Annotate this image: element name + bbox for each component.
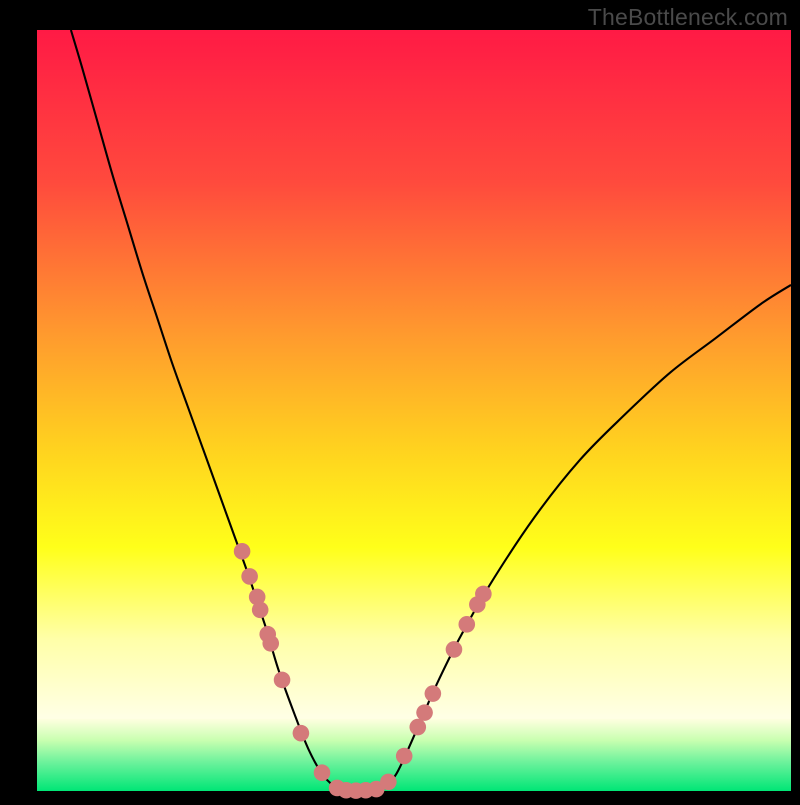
data-marker bbox=[274, 672, 291, 689]
data-marker bbox=[380, 774, 397, 791]
data-marker bbox=[458, 616, 475, 633]
attribution-text: TheBottleneck.com bbox=[588, 4, 788, 31]
data-marker bbox=[425, 685, 442, 702]
data-marker bbox=[262, 635, 279, 652]
data-marker bbox=[241, 568, 258, 585]
data-marker bbox=[475, 586, 492, 603]
data-marker bbox=[409, 719, 426, 736]
bottleneck-chart bbox=[0, 0, 800, 800]
data-marker bbox=[314, 764, 331, 781]
data-marker bbox=[252, 602, 269, 619]
data-marker bbox=[234, 543, 251, 560]
data-marker bbox=[396, 748, 413, 765]
data-marker bbox=[446, 641, 463, 658]
chart-frame: TheBottleneck.com bbox=[0, 0, 800, 800]
data-marker bbox=[293, 725, 310, 742]
data-marker bbox=[416, 704, 433, 721]
